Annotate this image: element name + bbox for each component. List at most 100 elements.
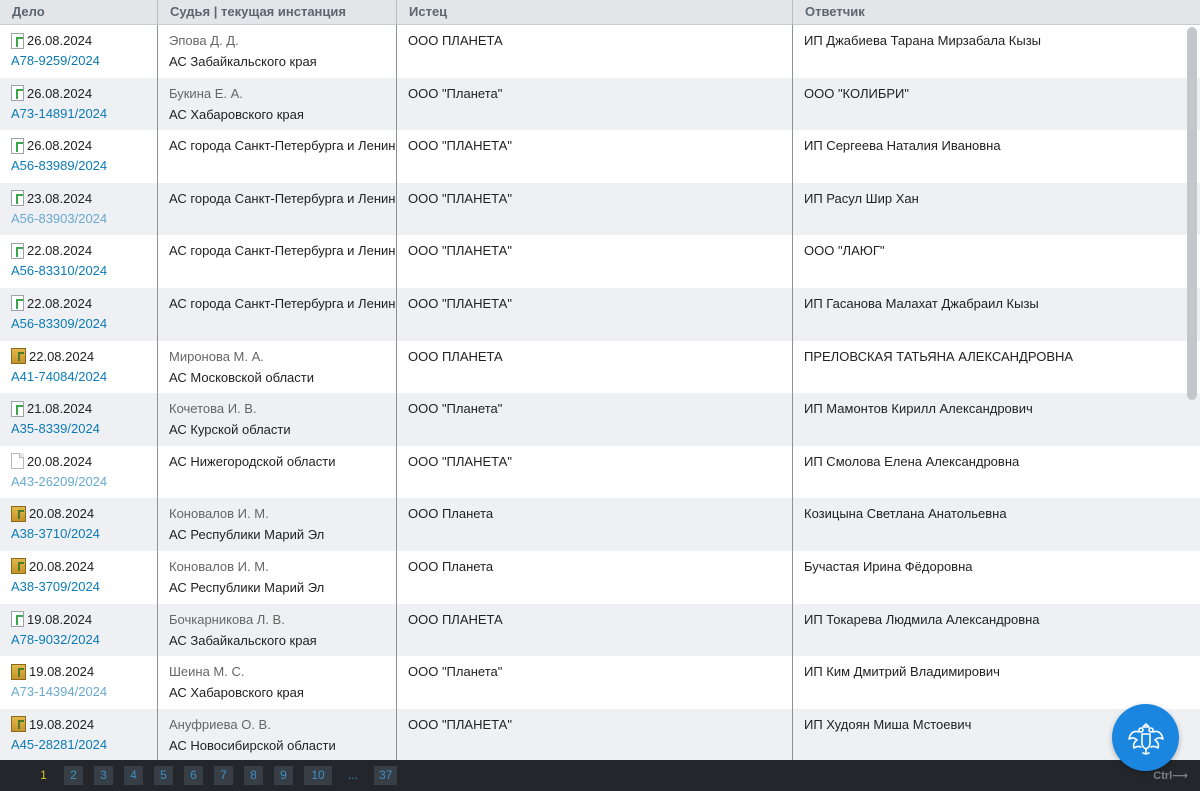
emblem-button[interactable]: [1112, 704, 1179, 771]
case-number-link[interactable]: А56-83310/2024: [11, 263, 157, 278]
judge-cell: Эпова Д. Д. АС Забайкальского края: [158, 25, 397, 78]
table-header: Дело Судья | текущая инстанция Истец Отв…: [0, 0, 1200, 25]
judge-name: Бочкарникова Л. В.: [169, 611, 285, 627]
case-date: 22.08.2024: [27, 295, 93, 311]
table-row[interactable]: 19.08.2024 А73-14394/2024 Шеина М. С. АС Ха…: [0, 656, 1200, 709]
plaintiff-name: ООО "ПЛАНЕТА": [408, 453, 512, 469]
case-date: 20.08.2024: [29, 558, 95, 574]
table-row[interactable]: 19.08.2024 А78-9032/2024 Бочкарникова Л. В…: [0, 603, 1200, 657]
case-number-link[interactable]: А38-3709/2024: [11, 579, 157, 594]
case-date: 22.08.2024: [29, 348, 95, 364]
judge-cell: Миронова М. А. АС Московской области: [158, 340, 397, 394]
court-name: АС Курской области: [169, 422, 291, 438]
case-date-line: 20.08.2024: [11, 505, 157, 522]
case-number-link[interactable]: А73-14891/2024: [11, 106, 157, 121]
table-row[interactable]: 22.08.2024 А56-83310/2024 АС города Санкт-…: [0, 235, 1200, 288]
case-number-link[interactable]: А78-9032/2024: [11, 632, 157, 647]
table-row[interactable]: 23.08.2024 А56-83903/2024 АС города Санкт-…: [0, 182, 1200, 236]
defendant-cell: ИП Расул Шир Хан: [793, 183, 1200, 236]
document-icon: [11, 85, 24, 102]
case-number-link[interactable]: А78-9259/2024: [11, 53, 157, 68]
page-link[interactable]: 5: [154, 766, 173, 785]
table-row[interactable]: 20.08.2024 А43-26209/2024 АС Нижегородской…: [0, 445, 1200, 499]
page-link[interactable]: 8: [244, 766, 263, 785]
table-row[interactable]: 22.08.2024 А56-83309/2024 АС города Санкт-…: [0, 287, 1200, 341]
page-link[interactable]: 4: [124, 766, 143, 785]
table-row[interactable]: 26.08.2024 А56-83989/2024 АС города Санкт-…: [0, 130, 1200, 183]
table-row[interactable]: 21.08.2024 А35-8339/2024 Кочетова И. В. АС …: [0, 393, 1200, 446]
court-name: АС Республики Марий Эл: [169, 579, 325, 595]
case-date-line: 26.08.2024: [11, 32, 157, 49]
defendant-name: ООО "ЛАЮГ": [804, 243, 885, 259]
page-last[interactable]: 37: [374, 766, 398, 785]
plaintiff-name: ООО ПЛАНЕТА: [408, 33, 503, 48]
table-row[interactable]: 20.08.2024 А38-3710/2024 Коновалов И. М. АС…: [0, 498, 1200, 551]
defendant-name: ООО "КОЛИБРИ": [804, 85, 909, 101]
defendant-name: ИП Токарева Людмила Александровна: [804, 611, 1040, 627]
plaintiff-name: ООО "Планета": [408, 401, 503, 417]
case-number-link[interactable]: А56-83989/2024: [11, 158, 157, 173]
defendant-name: ИП Джабиева Тарана Мирзабала Кызы: [804, 33, 1042, 48]
case-number-link[interactable]: А35-8339/2024: [11, 421, 157, 436]
column-header-plaintiff[interactable]: Истец: [397, 0, 793, 25]
case-folder-icon: [11, 716, 26, 733]
defendant-cell: Бучастая Ирина Фёдоровна: [793, 551, 1200, 604]
case-folder-icon: [11, 558, 26, 575]
table-row[interactable]: 19.08.2024 А45-28281/2024 Ануфриева О. В. А…: [0, 708, 1200, 760]
plaintiff-name: ООО "ПЛАНЕТА": [408, 716, 512, 732]
case-date: 26.08.2024: [27, 33, 93, 48]
case-number-link[interactable]: А56-83903/2024: [11, 211, 157, 226]
page-link[interactable]: 10: [304, 766, 332, 785]
judge-cell: Коновалов И. М. АС Республики Марий Эл: [158, 498, 397, 551]
document-icon: [11, 190, 24, 207]
case-cell: 26.08.2024 А78-9259/2024: [0, 25, 158, 78]
page-link[interactable]: 9: [274, 766, 293, 785]
page-link[interactable]: 7: [214, 766, 233, 785]
case-number-link[interactable]: А45-28281/2024: [11, 737, 157, 752]
table-row[interactable]: 26.08.2024 А78-9259/2024 Эпова Д. Д. АС Заб…: [0, 25, 1200, 78]
case-date: 19.08.2024: [29, 716, 95, 732]
court-name: АС Московской области: [169, 369, 314, 385]
page-link[interactable]: 6: [184, 766, 203, 785]
case-date-line: 20.08.2024: [11, 558, 157, 575]
case-number-link[interactable]: А43-26209/2024: [11, 474, 157, 489]
page-link[interactable]: 2: [64, 766, 83, 785]
judge-cell: Шеина М. С. АС Хабаровского края: [158, 656, 397, 709]
court-name: АС Хабаровского края: [169, 685, 304, 701]
vertical-scrollbar[interactable]: [1187, 27, 1197, 400]
column-header-judge[interactable]: Судья | текущая инстанция: [158, 0, 397, 25]
case-date: 20.08.2024: [29, 506, 95, 522]
plaintiff-name: ООО "ПЛАНЕТА": [408, 138, 512, 154]
plaintiff-cell: ООО ПЛАНЕТА: [397, 25, 793, 78]
defendant-cell: ООО "КОЛИБРИ": [793, 78, 1200, 131]
table-row[interactable]: 20.08.2024 А38-3709/2024 Коновалов И. М. АС…: [0, 550, 1200, 604]
column-header-defendant[interactable]: Ответчик: [793, 0, 1200, 25]
court-name: АС Новосибирской области: [169, 737, 336, 753]
case-cell: 19.08.2024 А45-28281/2024: [0, 708, 158, 760]
table-row[interactable]: 22.08.2024 А41-74084/2024 Миронова М. А. АС…: [0, 340, 1200, 394]
page-link[interactable]: 3: [94, 766, 113, 785]
judge-cell: Ануфриева О. В. АС Новосибирской области: [158, 708, 397, 760]
case-cell: 22.08.2024 А41-74084/2024: [0, 340, 158, 394]
table-row[interactable]: 26.08.2024 А73-14891/2024 Букина Е. А. АС Х…: [0, 77, 1200, 131]
case-number-link[interactable]: А56-83309/2024: [11, 316, 157, 331]
plaintiff-cell: ООО ПЛАНЕТА: [397, 603, 793, 657]
defendant-cell: ИП Гасанова Малахат Джабраил Кызы: [793, 288, 1200, 341]
case-cell: 20.08.2024 А43-26209/2024: [0, 445, 158, 499]
case-date-line: 20.08.2024: [11, 453, 157, 470]
defendant-name: ПРЕЛОВСКАЯ ТАТЬЯНА АЛЕКСАНДРОВНА: [804, 348, 1074, 364]
case-number-link[interactable]: А38-3710/2024: [11, 526, 157, 541]
defendant-cell: ПРЕЛОВСКАЯ ТАТЬЯНА АЛЕКСАНДРОВНА: [793, 341, 1200, 394]
plaintiff-cell: ООО "Планета": [397, 656, 793, 709]
plaintiff-cell: ООО ПЛАНЕТА: [397, 340, 793, 394]
judge-cell: АС города Санкт-Петербурга и Ленин: [158, 287, 397, 341]
case-date: 19.08.2024: [29, 664, 95, 680]
case-date-line: 19.08.2024: [11, 716, 157, 733]
defendant-cell: ИП Мамонтов Кирилл Александрович: [793, 393, 1200, 446]
column-header-case[interactable]: Дело: [0, 0, 158, 25]
cases-table-body: 26.08.2024 А78-9259/2024 Эпова Д. Д. АС Заб…: [0, 25, 1200, 760]
case-number-link[interactable]: А41-74084/2024: [11, 369, 157, 384]
court-name: АС Забайкальского края: [169, 632, 317, 648]
case-number-link[interactable]: А73-14394/2024: [11, 684, 157, 699]
judge-name: Ануфриева О. В.: [169, 716, 271, 732]
